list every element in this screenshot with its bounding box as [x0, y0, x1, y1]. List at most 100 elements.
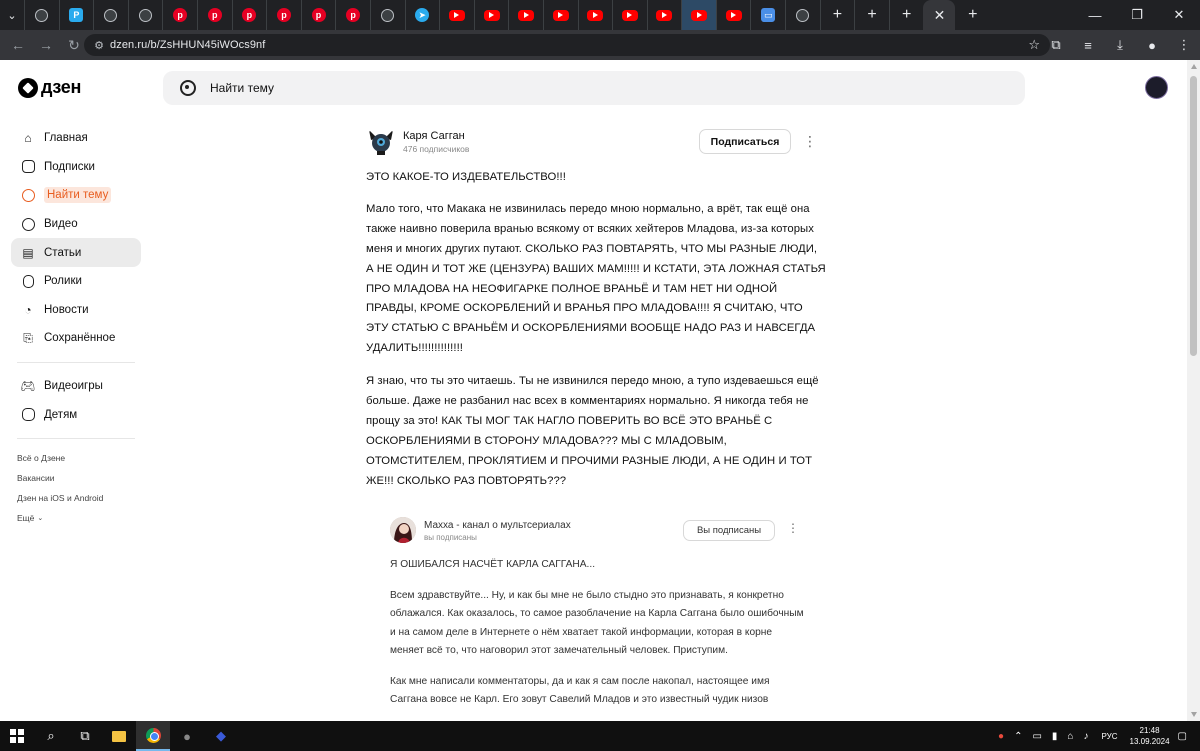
browser-tab[interactable]: [127, 0, 163, 30]
author-avatar[interactable]: [366, 126, 396, 156]
browser-tab[interactable]: P: [58, 0, 94, 30]
sidebar-item-video[interactable]: Видео: [11, 210, 141, 239]
browser-tab[interactable]: [646, 0, 682, 30]
scroll-up-arrow-icon[interactable]: [1191, 64, 1197, 69]
profile-icon[interactable]: ●: [1136, 30, 1168, 60]
tab-search-button[interactable]: ⌄: [0, 0, 24, 30]
restore-button[interactable]: ❐: [1116, 0, 1158, 30]
globe-favicon-icon: [104, 8, 118, 22]
sidebar-item-label: Ролики: [44, 275, 82, 288]
sidebar-item-news[interactable]: ◔ Новости: [11, 296, 141, 325]
sidebar-item-subscriptions[interactable]: Подписки: [11, 153, 141, 182]
embed-channel-name: Махха - канал о мультсериалах: [424, 520, 571, 531]
dzen-logo-icon: [18, 77, 38, 98]
url-text[interactable]: dzen.ru/b/ZsHHUN45iWOcs9nf: [110, 39, 265, 51]
site-info-icon[interactable]: ⚙: [88, 39, 110, 52]
notification-app-icon[interactable]: ●: [998, 731, 1004, 742]
embed-avatar-image: [390, 517, 416, 543]
browser-tab[interactable]: [612, 0, 647, 30]
show-hidden-icons-icon[interactable]: ⌃: [1014, 731, 1022, 742]
footer-link-apps[interactable]: Дзен на iOS и Android: [11, 488, 141, 508]
browser-tab-active[interactable]: ✕: [923, 0, 956, 30]
bookmark-star-icon[interactable]: ☆: [1028, 37, 1040, 53]
close-tab-icon[interactable]: ✕: [932, 8, 946, 22]
author-name[interactable]: Каря Сагган: [403, 130, 465, 142]
menu-icon[interactable]: ⋮: [1168, 30, 1200, 60]
browser-tab[interactable]: +: [854, 0, 889, 30]
sidebar-item-find-topic[interactable]: Найти тему: [11, 181, 141, 210]
browser-tab[interactable]: [715, 0, 751, 30]
scroll-down-arrow-icon[interactable]: [1191, 712, 1197, 717]
windows-taskbar: ⌕ ⧉ ● ◆ ● ⌃ ▭ ▮ ⌂ ♪ РУС 21:48 13.09.2024…: [0, 721, 1200, 751]
browser-tab[interactable]: p: [266, 0, 301, 30]
more-options-icon[interactable]: ⋮: [803, 131, 817, 151]
download-icon[interactable]: ⤓: [1104, 30, 1136, 60]
file-explorer-icon[interactable]: [102, 721, 136, 751]
sidebar-item-label: Подписки: [44, 160, 95, 173]
browser-tab[interactable]: [542, 0, 578, 30]
dzen-logo[interactable]: дзен: [18, 77, 81, 98]
chrome-taskbar-icon[interactable]: [136, 721, 170, 751]
browser-tab[interactable]: [369, 0, 405, 30]
minimize-button[interactable]: —: [1074, 0, 1116, 30]
browser-tab[interactable]: [785, 0, 820, 30]
subscribe-button[interactable]: Подписаться: [699, 129, 791, 154]
new-tab-page-icon: +: [832, 6, 843, 23]
browser-tab[interactable]: ➤: [404, 0, 440, 30]
youtube-favicon-icon: [656, 9, 673, 21]
youtube-favicon-icon: [483, 9, 500, 21]
app-taskbar-icon[interactable]: ●: [170, 721, 204, 751]
footer-link-more[interactable]: Ещё ⌄: [11, 508, 141, 528]
notifications-icon[interactable]: ▢: [1178, 731, 1187, 742]
browser-tab[interactable]: [681, 0, 716, 30]
footer-link-jobs[interactable]: Вакансии: [11, 468, 141, 488]
browser-tab[interactable]: [473, 0, 509, 30]
sidebar-item-home[interactable]: ⌂ Главная: [11, 124, 141, 153]
scroll-thumb[interactable]: [1190, 76, 1197, 356]
browser-tab[interactable]: [93, 0, 128, 30]
browser-tab[interactable]: [439, 0, 474, 30]
back-button[interactable]: ←: [4, 30, 32, 60]
search-input[interactable]: Найти тему: [163, 71, 1025, 105]
browser-tab[interactable]: p: [231, 0, 267, 30]
youtube-favicon-icon: [621, 9, 638, 21]
page-scrollbar[interactable]: [1187, 60, 1200, 721]
task-view-icon[interactable]: ⧉: [68, 721, 102, 751]
browser-tab[interactable]: [24, 0, 59, 30]
sidebar-item-kids[interactable]: Детям: [11, 400, 141, 429]
browser-tab[interactable]: ▭: [750, 0, 785, 30]
search-placeholder: Найти тему: [210, 81, 274, 95]
media-controls-icon[interactable]: ≡: [1072, 30, 1104, 60]
new-tab-button[interactable]: +: [955, 0, 990, 30]
pinterest-favicon-icon: p: [346, 8, 361, 22]
browser-tab[interactable]: +: [819, 0, 855, 30]
browser-tab[interactable]: [577, 0, 613, 30]
youtube-favicon-icon: [725, 9, 742, 21]
close-window-button[interactable]: ✕: [1158, 0, 1200, 30]
address-bar[interactable]: ⚙ dzen.ru/b/ZsHHUN45iWOcs9nf ☆: [84, 34, 1050, 56]
footer-link-about[interactable]: Всё о Дзене: [11, 448, 141, 468]
browser-tab[interactable]: p: [335, 0, 370, 30]
app-taskbar-icon[interactable]: ◆: [204, 721, 238, 751]
sidebar-item-videogames[interactable]: 🎮︎ Видеоигры: [11, 372, 141, 401]
sidebar-item-shorts[interactable]: Ролики: [11, 267, 141, 296]
browser-tab[interactable]: p: [300, 0, 336, 30]
language-indicator[interactable]: РУС: [1101, 732, 1117, 741]
browser-tab[interactable]: [508, 0, 543, 30]
volume-icon[interactable]: ♪: [1083, 731, 1088, 742]
forward-button[interactable]: →: [32, 30, 60, 60]
search-taskbar-icon[interactable]: ⌕: [34, 721, 68, 751]
browser-tab[interactable]: +: [888, 0, 924, 30]
sidebar-item-saved[interactable]: ⎘ Сохранённое: [11, 324, 141, 353]
network-icon[interactable]: ⌂: [1067, 731, 1073, 742]
sidebar-item-articles[interactable]: ▤ Статьи: [11, 238, 141, 267]
browser-tab[interactable]: p: [162, 0, 197, 30]
extensions-icon[interactable]: ⧉: [1040, 30, 1072, 60]
device-icon[interactable]: ▭: [1032, 731, 1041, 742]
embed-headline: Я ОШИБАЛСЯ НАСЧЁТ КАРЛА САГГАНА...: [390, 559, 596, 570]
browser-tab[interactable]: p: [196, 0, 232, 30]
battery-icon[interactable]: ▮: [1052, 731, 1058, 742]
start-button[interactable]: [0, 721, 34, 751]
user-avatar[interactable]: [1145, 76, 1168, 99]
clock[interactable]: 21:48 13.09.2024: [1130, 725, 1170, 747]
